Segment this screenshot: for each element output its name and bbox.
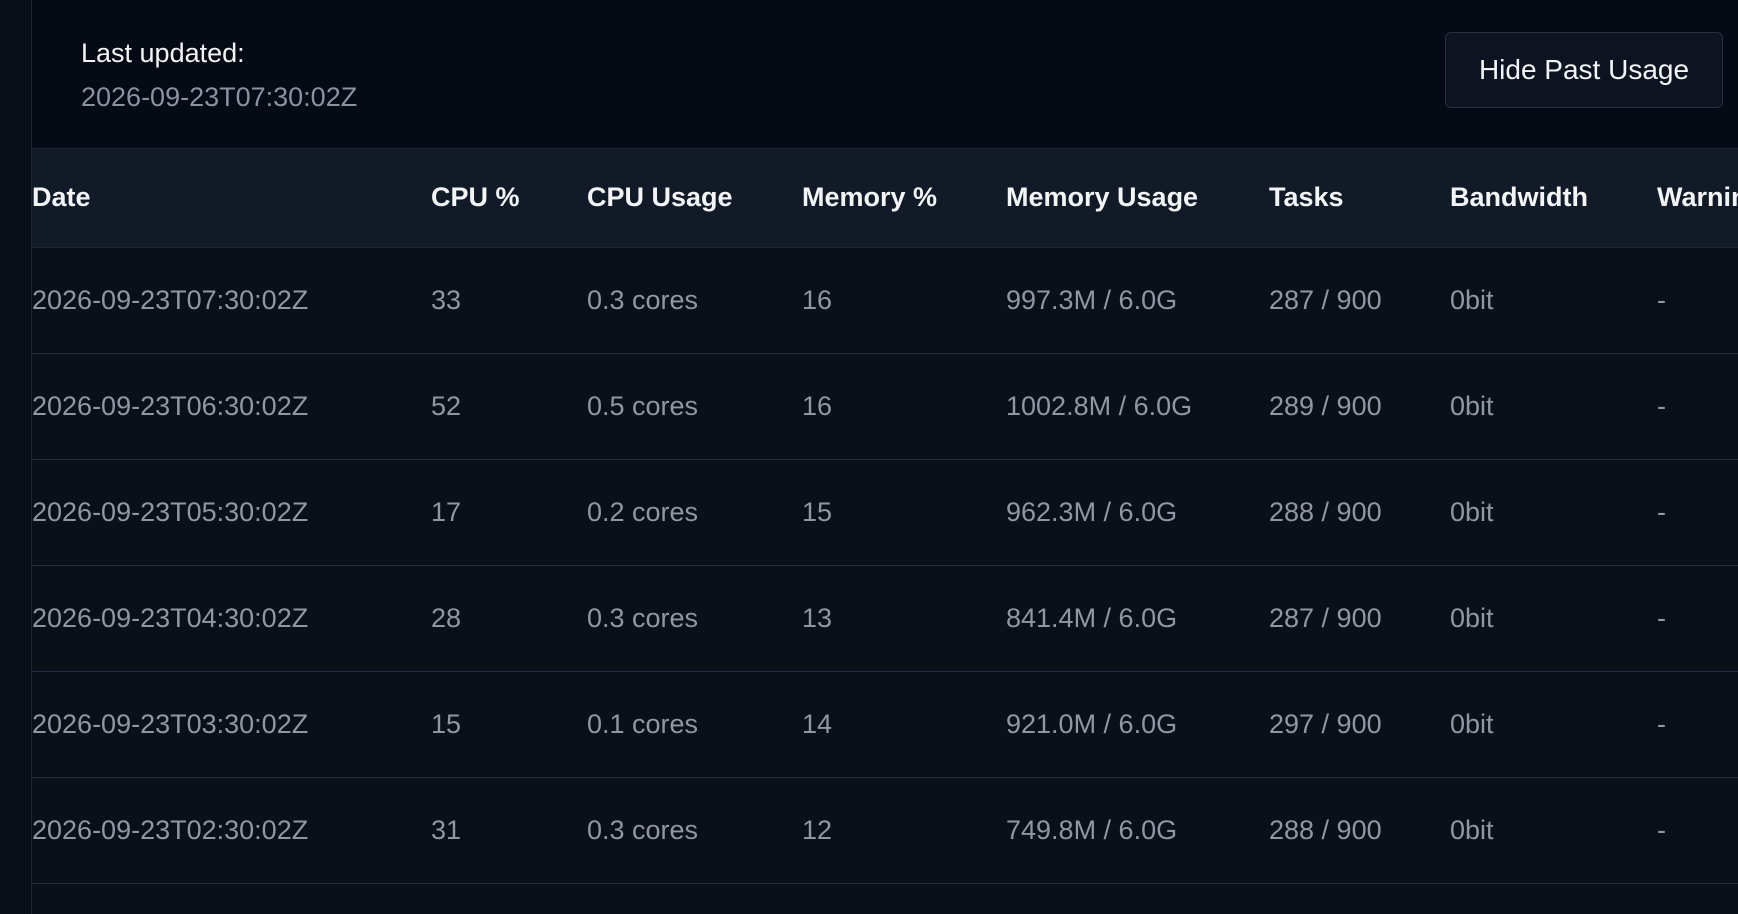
cell-cpu-usage: 0.3 cores <box>587 565 802 672</box>
cell-memory-percent: 14 <box>802 671 1006 778</box>
cell-memory-usage: 1002.8M / 6.0G <box>1006 353 1269 460</box>
table-row: 2026-09-23T07:30:02Z 33 0.3 cores 16 997… <box>32 247 1738 354</box>
cell-cpu-percent: 33 <box>431 247 587 354</box>
column-header-warnings: Warnings <box>1657 149 1738 248</box>
cell-memory-percent: 16 <box>802 353 1006 460</box>
column-header-date: Date <box>32 149 431 248</box>
cell-date: 2026-09-23T03:30:02Z <box>32 671 431 778</box>
cell-warnings: - <box>1657 353 1738 460</box>
column-header-cpu-usage: CPU Usage <box>587 149 802 248</box>
cell-cpu-percent: 17 <box>431 459 587 566</box>
column-header-memory-percent: Memory % <box>802 149 1006 248</box>
table-row: 2026-09-23T06:30:02Z 52 0.5 cores 16 100… <box>32 353 1738 460</box>
table-row: 2026-09-23T04:30:02Z 28 0.3 cores 13 841… <box>32 565 1738 672</box>
cell-bandwidth: 0bit <box>1450 671 1657 778</box>
cell-bandwidth: 0bit <box>1450 247 1657 354</box>
cell-bandwidth: 0bit <box>1450 459 1657 566</box>
cell-bandwidth: 0bit <box>1450 565 1657 672</box>
cell-bandwidth: 0bit <box>1450 353 1657 460</box>
cell-cpu-usage: 0.3 cores <box>587 777 802 884</box>
cell-cpu-percent: 28 <box>431 565 587 672</box>
table-row: 2026-09-23T02:30:02Z 31 0.3 cores 12 749… <box>32 777 1738 884</box>
cell-date: 2026-09-23T06:30:02Z <box>32 353 431 460</box>
cell-cpu-percent: 15 <box>431 671 587 778</box>
cell-cpu-usage: 0.3 cores <box>587 247 802 354</box>
cell-memory-percent: 12 <box>802 777 1006 884</box>
cell-date: 2026-09-23T07:30:02Z <box>32 247 431 354</box>
cell-warnings: - <box>1657 565 1738 672</box>
column-header-bandwidth: Bandwidth <box>1450 149 1657 248</box>
cell-date: 2026-09-23T02:30:02Z <box>32 777 431 884</box>
cell-cpu-usage: 0.2 cores <box>587 459 802 566</box>
usage-header: Last updated: 2026-09-23T07:30:02Z Hide … <box>32 0 1738 149</box>
left-rail <box>0 0 32 914</box>
column-header-tasks: Tasks <box>1269 149 1450 248</box>
cell-cpu-percent: 52 <box>431 353 587 460</box>
cell-tasks: 289 / 900 <box>1269 353 1450 460</box>
cell-warnings: - <box>1657 247 1738 354</box>
cell-cpu-usage: 0.1 cores <box>587 671 802 778</box>
cell-tasks: 288 / 900 <box>1269 459 1450 566</box>
column-header-cpu-percent: CPU % <box>431 149 587 248</box>
table-row: 2026-09-23T05:30:02Z 17 0.2 cores 15 962… <box>32 459 1738 566</box>
cell-memory-usage: 997.3M / 6.0G <box>1006 247 1269 354</box>
cell-memory-percent: 13 <box>802 565 1006 672</box>
cell-warnings: - <box>1657 777 1738 884</box>
cell-warnings: - <box>1657 671 1738 778</box>
cell-memory-usage: 962.3M / 6.0G <box>1006 459 1269 566</box>
table-row: 2026-09-23T03:30:02Z 15 0.1 cores 14 921… <box>32 671 1738 778</box>
cell-memory-usage: 749.8M / 6.0G <box>1006 777 1269 884</box>
cell-bandwidth: 0bit <box>1450 777 1657 884</box>
cell-tasks: 297 / 900 <box>1269 671 1450 778</box>
cell-warnings: - <box>1657 459 1738 566</box>
last-updated-timestamp: 2026-09-23T07:30:02Z <box>81 82 358 112</box>
cell-date: 2026-09-23T05:30:02Z <box>32 459 431 566</box>
cell-memory-percent: 16 <box>802 247 1006 354</box>
usage-table: Date CPU % CPU Usage Memory % Memory Usa… <box>32 149 1738 884</box>
cell-cpu-usage: 0.5 cores <box>587 353 802 460</box>
cell-memory-percent: 15 <box>802 459 1006 566</box>
main-content: Last updated: 2026-09-23T07:30:02Z Hide … <box>32 0 1738 914</box>
table-header-row: Date CPU % CPU Usage Memory % Memory Usa… <box>32 149 1738 248</box>
cell-memory-usage: 841.4M / 6.0G <box>1006 565 1269 672</box>
cell-tasks: 287 / 900 <box>1269 565 1450 672</box>
cell-memory-usage: 921.0M / 6.0G <box>1006 671 1269 778</box>
column-header-memory-usage: Memory Usage <box>1006 149 1269 248</box>
cell-date: 2026-09-23T04:30:02Z <box>32 565 431 672</box>
cell-tasks: 287 / 900 <box>1269 247 1450 354</box>
cell-cpu-percent: 31 <box>431 777 587 884</box>
last-updated-label: Last updated: <box>81 38 245 68</box>
usage-page: Last updated: 2026-09-23T07:30:02Z Hide … <box>0 0 1738 914</box>
cell-tasks: 288 / 900 <box>1269 777 1450 884</box>
hide-past-usage-button[interactable]: Hide Past Usage <box>1445 32 1723 108</box>
